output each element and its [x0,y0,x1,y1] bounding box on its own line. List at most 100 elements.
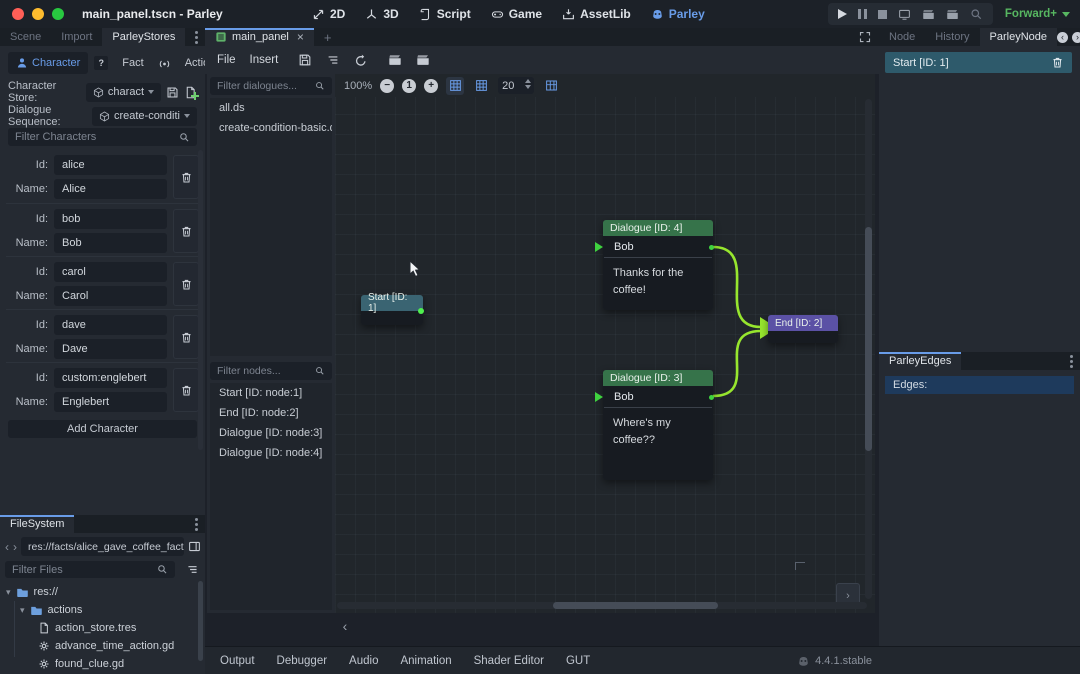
play-button[interactable] [838,9,847,19]
trash-icon[interactable] [1051,56,1064,69]
scene-tab-main-panel[interactable]: main_panel × [205,28,314,46]
graph-canvas[interactable]: Start [ID: 1] Dialogue [ID: 4] Bob Thank… [335,74,875,613]
zoom-out-button[interactable]: − [380,79,394,93]
node-list-item[interactable]: Dialogue [ID: node:4] [210,443,332,463]
tree-item-action-store[interactable]: action_store.tres [38,619,136,637]
zoom-reset-button[interactable]: 1 [402,79,416,93]
workspace-parley-button[interactable]: Parley [651,7,705,21]
debugger-button[interactable]: Debugger [266,655,339,667]
test-dialogue-icon[interactable] [388,53,402,67]
input-port[interactable] [595,242,603,252]
filter-characters-input[interactable]: Filter Characters [8,128,197,146]
remote-debug-icon[interactable] [898,8,911,21]
output-port[interactable] [709,395,714,400]
node-list-item[interactable]: Dialogue [ID: node:3] [210,423,332,443]
canvas-vscrollbar[interactable] [865,99,872,599]
minimap-toggle-icon[interactable] [542,77,560,95]
collapse-sidebar-icon[interactable]: ‹ [337,617,353,635]
character-id-field[interactable]: bob [54,209,167,229]
filesystem-scrollbar[interactable] [198,581,203,661]
stores-scrollbar[interactable] [198,150,203,450]
delete-character-button[interactable] [173,209,199,253]
character-name-field[interactable]: Englebert [54,392,167,412]
movie-maker-icon[interactable] [922,8,935,21]
character-store-dropdown[interactable]: charact [86,83,161,102]
maximize-window-button[interactable] [52,8,64,20]
filesystem-path-field[interactable]: res://facts/alice_gave_coffee_fact.g [21,537,184,556]
gut-button[interactable]: GUT [555,655,601,667]
file-sort-icon[interactable] [186,563,199,576]
minimize-window-button[interactable] [32,8,44,20]
dock-menu-icon[interactable] [1070,360,1073,363]
workspace-assetlib-button[interactable]: AssetLib [562,7,631,21]
zoom-in-button[interactable]: + [424,79,438,93]
tab-character[interactable]: Character [8,52,88,74]
pause-button[interactable] [858,9,867,19]
tab-parleyedges[interactable]: ParleyEdges [879,352,961,370]
vscroll-thumb[interactable] [865,227,872,451]
character-id-field[interactable]: custom:englebert [54,368,167,388]
workspace-2d-button[interactable]: 2D [312,7,345,21]
character-id-field[interactable]: dave [54,315,167,335]
input-port[interactable] [595,392,603,402]
delete-character-button[interactable] [173,155,199,199]
canvas-hscrollbar[interactable] [337,602,867,609]
character-id-field[interactable]: carol [54,262,167,282]
character-name-field[interactable]: Alice [54,179,167,199]
next-tab-icon[interactable]: › [1072,32,1080,43]
import-export-icon[interactable] [326,53,340,67]
tab-filesystem[interactable]: FileSystem [0,515,74,533]
history-forward-icon[interactable]: › [13,540,17,554]
tab-import[interactable]: Import [51,28,102,46]
dock-menu-icon[interactable] [195,523,198,526]
character-name-field[interactable]: Bob [54,233,167,253]
add-character-button[interactable]: Add Character [8,420,197,438]
tab-history[interactable]: History [925,28,979,46]
delete-character-button[interactable] [173,262,199,306]
close-window-button[interactable] [12,8,24,20]
animation-button[interactable]: Animation [389,655,462,667]
distraction-free-icon[interactable] [859,31,871,43]
stop-button[interactable] [878,10,887,19]
hscroll-thumb[interactable] [553,602,718,609]
collapse-arrow-icon[interactable]: ▾ [6,587,11,598]
shader-editor-button[interactable]: Shader Editor [463,655,555,667]
undo-icon[interactable] [354,53,368,67]
profiler-icon[interactable] [970,8,983,21]
tab-node[interactable]: Node [879,28,925,46]
delete-character-button[interactable] [173,368,199,412]
tree-item-res[interactable]: ▾ res:// [6,583,58,601]
character-name-field[interactable]: Dave [54,339,167,359]
tab-parleystores[interactable]: ParleyStores [102,28,185,46]
spin-up-icon[interactable] [525,79,531,83]
graph-node-start[interactable]: Start [ID: 1] [361,295,423,325]
grid-size-spinbox[interactable]: 20 [498,77,534,94]
tree-item-advance-time[interactable]: advance_time_action.gd [38,637,174,655]
dialogue-sequence-dropdown[interactable]: create-conditi [92,107,197,126]
test-dialogue-from-node-icon[interactable] [416,53,430,67]
selected-node-bar[interactable]: Start [ID: 1] [885,52,1072,73]
edges-label-row[interactable]: Edges: [885,376,1074,394]
dialogue-file-item[interactable]: all.ds [210,98,332,118]
character-id-field[interactable]: alice [54,155,167,175]
prev-tab-icon[interactable]: ‹ [1057,32,1068,43]
workspace-3d-button[interactable]: 3D [365,7,398,21]
tab-scene[interactable]: Scene [0,28,51,46]
audio-button[interactable]: Audio [338,655,389,667]
tab-fact[interactable]: Fact [114,52,151,74]
dialogue-file-item[interactable]: create-condition-basic.ds [210,118,332,138]
save-store-icon[interactable] [166,86,179,99]
tree-item-found-clue[interactable]: found_clue.gd [38,655,124,673]
new-scene-tab-button[interactable]: + [314,28,342,46]
graph-node-dialogue-4[interactable]: Dialogue [ID: 4] Bob Thanks for the coff… [603,220,713,310]
movie-writer-icon[interactable] [946,8,959,21]
save-dialogue-icon[interactable] [298,53,312,67]
tree-item-actions[interactable]: ▾ actions [20,601,82,619]
focus-file-icon[interactable] [188,540,201,553]
node-list-item[interactable]: Start [ID: node:1] [210,383,332,403]
output-port[interactable] [418,308,424,314]
collapse-arrow-icon[interactable]: ▾ [20,605,25,616]
graph-node-end[interactable]: End [ID: 2] [768,315,838,343]
graph-node-dialogue-3[interactable]: Dialogue [ID: 3] Bob Where's my coffee?? [603,370,713,480]
history-back-icon[interactable]: ‹ [5,540,9,554]
